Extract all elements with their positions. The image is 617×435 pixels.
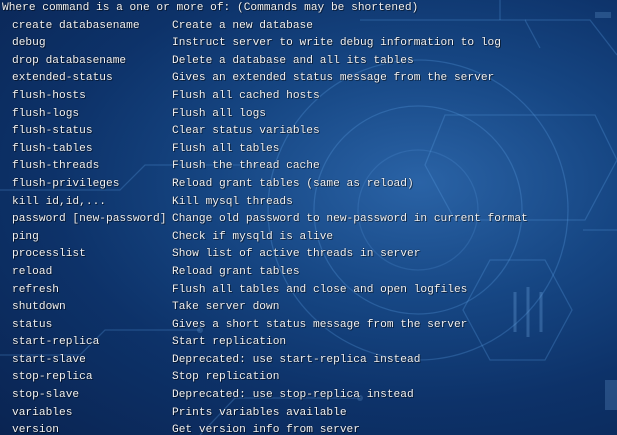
command-name: debug xyxy=(12,37,46,50)
command-row: flush-privileges Reload grant tables (sam… xyxy=(0,176,617,194)
command-description: Deprecated: use start-replica instead xyxy=(172,353,421,366)
command-description: Check if mysqld is alive xyxy=(172,230,334,243)
command-row: status Gives a short status message from … xyxy=(0,317,617,335)
command-name: flush-logs xyxy=(12,107,80,120)
command-description: Get version info from server xyxy=(172,424,360,435)
command-row: variables Prints variables available xyxy=(0,405,617,423)
command-description: Clear status variables xyxy=(172,125,320,138)
command-description: Instruct server to write debug informati… xyxy=(172,37,501,50)
command-row: flush-tables Flush all tables xyxy=(0,141,617,159)
command-description: Show list of active threads in server xyxy=(172,248,421,261)
command-row: kill id,id,... Kill mysql threads xyxy=(0,194,617,212)
command-name: flush-hosts xyxy=(12,89,86,102)
command-name: extended-status xyxy=(12,72,113,85)
command-description: Gives a short status message from the se… xyxy=(172,318,468,331)
command-row: shutdown Take server down xyxy=(0,299,617,317)
command-name: reload xyxy=(12,265,53,278)
command-name: processlist xyxy=(12,248,86,261)
command-description: Gives an extended status message from th… xyxy=(172,72,495,85)
command-row: flush-status Clear status variables xyxy=(0,123,617,141)
command-row: start-replica Start replication xyxy=(0,334,617,352)
command-description: Kill mysql threads xyxy=(172,195,293,208)
command-name: flush-status xyxy=(12,125,93,138)
command-row: reload Reload grant tables xyxy=(0,264,617,282)
command-name: start-replica xyxy=(12,336,100,349)
help-output: Where command is a one or more of: (Comm… xyxy=(0,0,617,435)
command-description: Take server down xyxy=(172,301,280,314)
command-row: version Get version info from server xyxy=(0,422,617,435)
command-name: shutdown xyxy=(12,301,66,314)
command-description: Flush all logs xyxy=(172,107,266,120)
command-description: Flush all cached hosts xyxy=(172,89,320,102)
command-description: Deprecated: use stop-replica instead xyxy=(172,389,414,402)
command-description: Start replication xyxy=(172,336,287,349)
command-row: create databasename Create a new database xyxy=(0,18,617,36)
command-row: flush-threads Flush the thread cache xyxy=(0,158,617,176)
command-row: password [new-password] Change old passwo… xyxy=(0,211,617,229)
command-row: stop-slave Deprecated: use stop-replica i… xyxy=(0,387,617,405)
command-name: create databasename xyxy=(12,19,140,32)
command-description: Change old password to new-password in c… xyxy=(172,213,528,226)
command-description: Delete a database and all its tables xyxy=(172,54,414,67)
command-row: ping Check if mysqld is alive xyxy=(0,229,617,247)
usage-intro-line: Where command is a one or more of: (Comm… xyxy=(2,2,419,14)
command-row: extended-status Gives an extended status … xyxy=(0,70,617,88)
command-description: Prints variables available xyxy=(172,406,347,419)
command-description: Flush all tables and close and open logf… xyxy=(172,283,468,296)
command-row: flush-hosts Flush all cached hosts xyxy=(0,88,617,106)
command-name: flush-threads xyxy=(12,160,100,173)
command-row: start-slave Deprecated: use start-replica… xyxy=(0,352,617,370)
command-row: processlist Show list of active threads i… xyxy=(0,246,617,264)
command-name: drop databasename xyxy=(12,54,127,67)
command-name: kill id,id,... xyxy=(12,195,106,208)
command-name: password [new-password] xyxy=(12,213,167,226)
command-name: start-slave xyxy=(12,353,86,366)
command-list: create databasename Create a new database… xyxy=(0,18,617,435)
command-row: stop-replica Stop replication xyxy=(0,369,617,387)
command-description: Create a new database xyxy=(172,19,313,32)
command-description: Stop replication xyxy=(172,371,280,384)
command-row: drop databasename Delete a database and a… xyxy=(0,53,617,71)
command-name: flush-privileges xyxy=(12,177,120,190)
command-name: refresh xyxy=(12,283,59,296)
command-description: Reload grant tables (same as reload) xyxy=(172,177,414,190)
command-description: Reload grant tables xyxy=(172,265,300,278)
command-description: Flush all tables xyxy=(172,142,280,155)
command-row: debug Instruct server to write debug info… xyxy=(0,35,617,53)
command-row: flush-logs Flush all logs xyxy=(0,106,617,124)
command-name: variables xyxy=(12,406,73,419)
command-description: Flush the thread cache xyxy=(172,160,320,173)
command-name: stop-replica xyxy=(12,371,93,384)
command-name: stop-slave xyxy=(12,389,80,402)
command-name: version xyxy=(12,424,59,435)
command-name: flush-tables xyxy=(12,142,93,155)
command-name: status xyxy=(12,318,53,331)
command-name: ping xyxy=(12,230,39,243)
terminal-window: Where command is a one or more of: (Comm… xyxy=(0,0,617,435)
command-row: refresh Flush all tables and close and op… xyxy=(0,282,617,300)
